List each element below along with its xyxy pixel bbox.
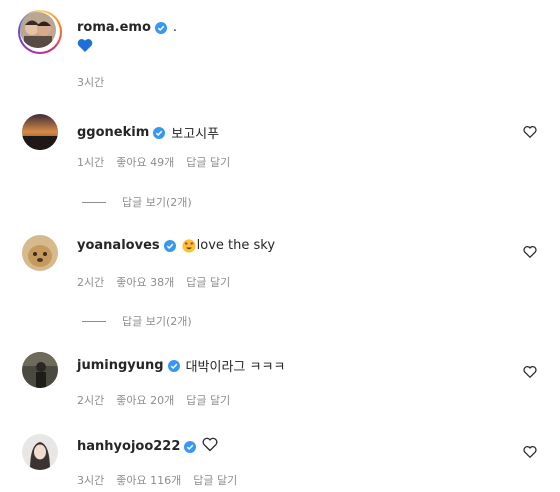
- view-replies-label: 답글 보기(2개): [122, 196, 192, 209]
- comment-time: 1시간: [77, 156, 105, 169]
- heart-eyes-emoji-icon: [182, 238, 196, 253]
- reply-button[interactable]: 답글 달기: [193, 472, 237, 488]
- likes-count[interactable]: 좋아요 116개: [116, 472, 181, 488]
- comment-username[interactable]: jumingyung: [77, 358, 164, 373]
- likes-count[interactable]: 좋아요 20개: [116, 392, 174, 408]
- divider: [82, 201, 106, 203]
- avatar: [20, 12, 56, 48]
- view-replies-button[interactable]: 답글 보기(2개): [82, 313, 192, 329]
- comment-time: 3시간: [77, 474, 105, 487]
- comment-time: 2시간: [77, 394, 105, 407]
- caption-suffix: .: [172, 20, 178, 35]
- comment-text: love the sky: [196, 238, 276, 253]
- avatar[interactable]: [22, 434, 58, 470]
- reply-button[interactable]: 답글 달기: [186, 392, 230, 408]
- like-heart-icon[interactable]: [523, 444, 537, 459]
- comment-text: 보고시푸: [171, 127, 220, 142]
- likes-count[interactable]: 좋아요 38개: [116, 274, 174, 290]
- likes-count[interactable]: 좋아요 49개: [116, 154, 174, 170]
- comment-username[interactable]: yoanaloves: [77, 238, 160, 253]
- comment-text: 대박이라그 ㅋㅋㅋ: [185, 360, 286, 375]
- like-heart-icon[interactable]: [523, 244, 537, 259]
- divider: [82, 320, 106, 322]
- comment-username[interactable]: hanhyojoo222: [77, 439, 180, 454]
- reply-button[interactable]: 답글 달기: [186, 154, 230, 170]
- verified-badge-icon: [163, 239, 176, 252]
- outline-heart-icon: [202, 437, 218, 456]
- view-replies-label: 답글 보기(2개): [122, 315, 192, 328]
- verified-badge-icon: [167, 359, 180, 372]
- reply-button[interactable]: 답글 달기: [186, 274, 230, 290]
- avatar[interactable]: [22, 352, 58, 388]
- caption-username[interactable]: roma.emo: [77, 20, 151, 35]
- like-heart-icon[interactable]: [523, 364, 537, 379]
- avatar[interactable]: [22, 235, 58, 271]
- caption-avatar-ring[interactable]: [18, 10, 62, 54]
- caption-time: 3시간: [77, 76, 105, 89]
- verified-badge-icon: [154, 21, 167, 34]
- avatar[interactable]: [22, 114, 58, 150]
- verified-badge-icon: [153, 126, 166, 139]
- view-replies-button[interactable]: 답글 보기(2개): [82, 194, 192, 210]
- like-heart-icon[interactable]: [523, 124, 537, 139]
- comment-time: 2시간: [77, 276, 105, 289]
- comment-username[interactable]: ggonekim: [77, 125, 149, 140]
- verified-badge-icon: [184, 440, 197, 453]
- blue-heart-icon: [77, 38, 93, 57]
